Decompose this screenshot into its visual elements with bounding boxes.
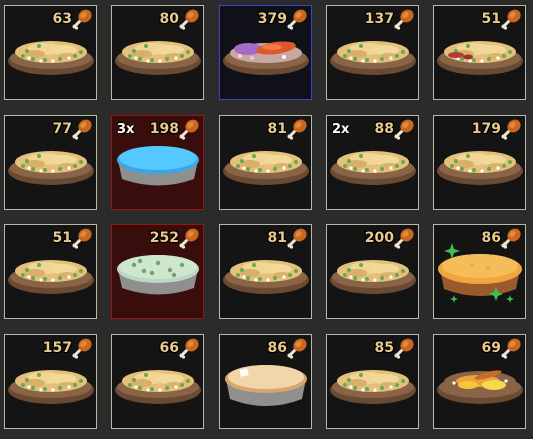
inventory-slot[interactable]: 198 3x	[111, 115, 204, 210]
item-count: 86	[267, 340, 287, 356]
stack-multiplier: 3x	[117, 122, 135, 137]
inventory-slot[interactable]: 252	[111, 224, 204, 319]
inventory-grid: 63 80 379 137 51 77 198 3x 81 88 2x 179 …	[0, 0, 533, 439]
item-count: 51	[481, 11, 501, 27]
drumstick-icon	[500, 118, 522, 140]
drumstick-icon	[178, 118, 200, 140]
drumstick-icon	[71, 8, 93, 30]
item-count: 379	[257, 11, 287, 27]
item-count: 88	[374, 121, 394, 137]
inventory-slot[interactable]: 51	[4, 224, 97, 319]
drumstick-icon	[393, 8, 415, 30]
item-count: 157	[42, 340, 72, 356]
drumstick-icon	[500, 8, 522, 30]
item-count: 252	[149, 230, 179, 246]
drumstick-icon	[286, 337, 308, 359]
item-count: 198	[149, 121, 179, 137]
item-count: 51	[52, 230, 72, 246]
item-count: 81	[267, 121, 287, 137]
inventory-slot[interactable]: 86	[219, 334, 312, 429]
inventory-slot[interactable]: 179	[433, 115, 526, 210]
item-count: 66	[159, 340, 179, 356]
drumstick-icon	[286, 118, 308, 140]
drumstick-icon	[286, 227, 308, 249]
drumstick-icon	[500, 337, 522, 359]
item-count: 85	[374, 340, 394, 356]
drumstick-icon	[178, 8, 200, 30]
drumstick-icon	[393, 118, 415, 140]
item-count: 63	[52, 11, 72, 27]
item-count: 80	[159, 11, 179, 27]
drumstick-icon	[71, 118, 93, 140]
item-count: 77	[52, 121, 72, 137]
inventory-slot[interactable]: 51	[433, 5, 526, 100]
inventory-slot[interactable]: 77	[4, 115, 97, 210]
stack-multiplier: 2x	[332, 122, 350, 137]
item-count: 200	[364, 230, 394, 246]
drumstick-icon	[286, 8, 308, 30]
drumstick-icon	[71, 227, 93, 249]
inventory-slot[interactable]: 63	[4, 5, 97, 100]
inventory-slot[interactable]: 88 2x	[326, 115, 419, 210]
inventory-slot[interactable]: 81	[219, 224, 312, 319]
inventory-slot[interactable]: 379	[219, 5, 312, 100]
item-count: 137	[364, 11, 394, 27]
inventory-slot[interactable]: 200	[326, 224, 419, 319]
drumstick-icon	[71, 337, 93, 359]
inventory-slot[interactable]: 81	[219, 115, 312, 210]
inventory-slot[interactable]: 69	[433, 334, 526, 429]
inventory-slot[interactable]: 157	[4, 334, 97, 429]
drumstick-icon	[393, 337, 415, 359]
item-count: 69	[481, 340, 501, 356]
item-count: 86	[481, 230, 501, 246]
drumstick-icon	[500, 227, 522, 249]
inventory-slot[interactable]: 86	[433, 224, 526, 319]
inventory-slot[interactable]: 66	[111, 334, 204, 429]
drumstick-icon	[393, 227, 415, 249]
item-count: 81	[267, 230, 287, 246]
inventory-slot[interactable]: 85	[326, 334, 419, 429]
inventory-slot[interactable]: 137	[326, 5, 419, 100]
item-count: 179	[471, 121, 501, 137]
inventory-slot[interactable]: 80	[111, 5, 204, 100]
drumstick-icon	[178, 227, 200, 249]
drumstick-icon	[178, 337, 200, 359]
